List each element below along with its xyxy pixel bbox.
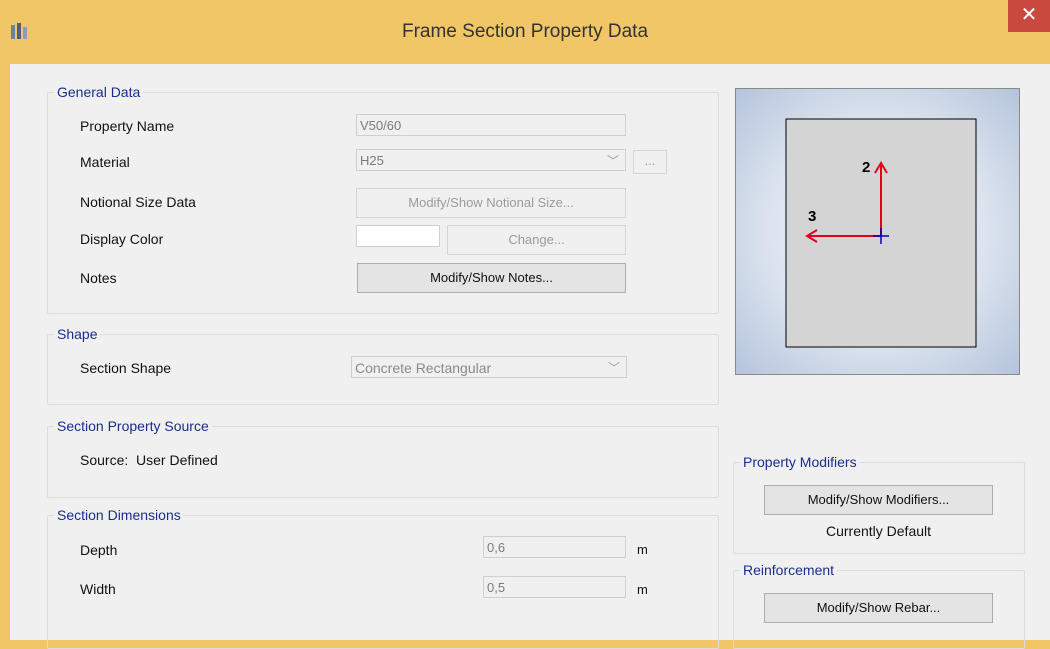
reinforcement-legend: Reinforcement (743, 562, 835, 578)
notes-label: Notes (80, 270, 117, 286)
section-shape-label: Section Shape (80, 360, 172, 376)
material-label: Material (80, 154, 130, 170)
source-text: Source: User Defined (80, 452, 218, 468)
material-browse-button[interactable]: ... (633, 150, 667, 174)
shape-legend: Shape (57, 326, 98, 342)
dialog-body: General Data Property Name V50/60 Materi… (10, 64, 1050, 649)
notes-button[interactable]: Modify/Show Notes... (357, 263, 626, 293)
title-bar: Frame Section Property Data ✕ (0, 0, 1050, 64)
notional-size-button[interactable]: Modify/Show Notional Size... (356, 188, 626, 218)
depth-input[interactable]: 0,6 (483, 536, 626, 558)
general-data-legend: General Data (57, 84, 141, 100)
modify-rebar-button[interactable]: Modify/Show Rebar... (764, 593, 993, 623)
chevron-down-icon: ﹀ (607, 361, 620, 375)
axis-2-label: 2 (862, 159, 870, 176)
chevron-down-icon: ﹀ (606, 154, 619, 168)
display-color-label: Display Color (80, 231, 164, 247)
material-select[interactable]: H25 ﹀ (356, 149, 626, 171)
section-dimensions-legend: Section Dimensions (57, 507, 181, 523)
depth-unit: m (637, 542, 648, 557)
modify-modifiers-button[interactable]: Modify/Show Modifiers... (764, 485, 993, 515)
section-preview-drawing: 2 3 (785, 118, 977, 348)
close-icon: ✕ (1020, 4, 1038, 26)
modifiers-status: Currently Default (825, 523, 932, 539)
property-name-field[interactable]: V50/60 (356, 114, 626, 136)
axis-3-label: 3 (808, 208, 816, 225)
close-button[interactable]: ✕ (1008, 0, 1050, 32)
material-value: H25 (360, 153, 384, 168)
section-shape-value: Concrete Rectangular (355, 360, 492, 376)
property-modifiers-legend: Property Modifiers (743, 454, 857, 470)
window-title: Frame Section Property Data (401, 21, 649, 42)
notional-size-label: Notional Size Data (80, 194, 196, 210)
width-label: Width (80, 581, 116, 597)
depth-label: Depth (80, 542, 118, 558)
section-preview: 2 3 (735, 88, 1020, 375)
section-shape-select[interactable]: Concrete Rectangular ﹀ (351, 356, 627, 378)
width-unit: m (637, 582, 648, 597)
change-color-button[interactable]: Change... (447, 225, 626, 255)
property-source-legend: Section Property Source (57, 418, 209, 434)
display-color-swatch[interactable] (356, 225, 440, 247)
width-input[interactable]: 0,5 (483, 576, 626, 598)
property-name-label: Property Name (80, 118, 175, 134)
